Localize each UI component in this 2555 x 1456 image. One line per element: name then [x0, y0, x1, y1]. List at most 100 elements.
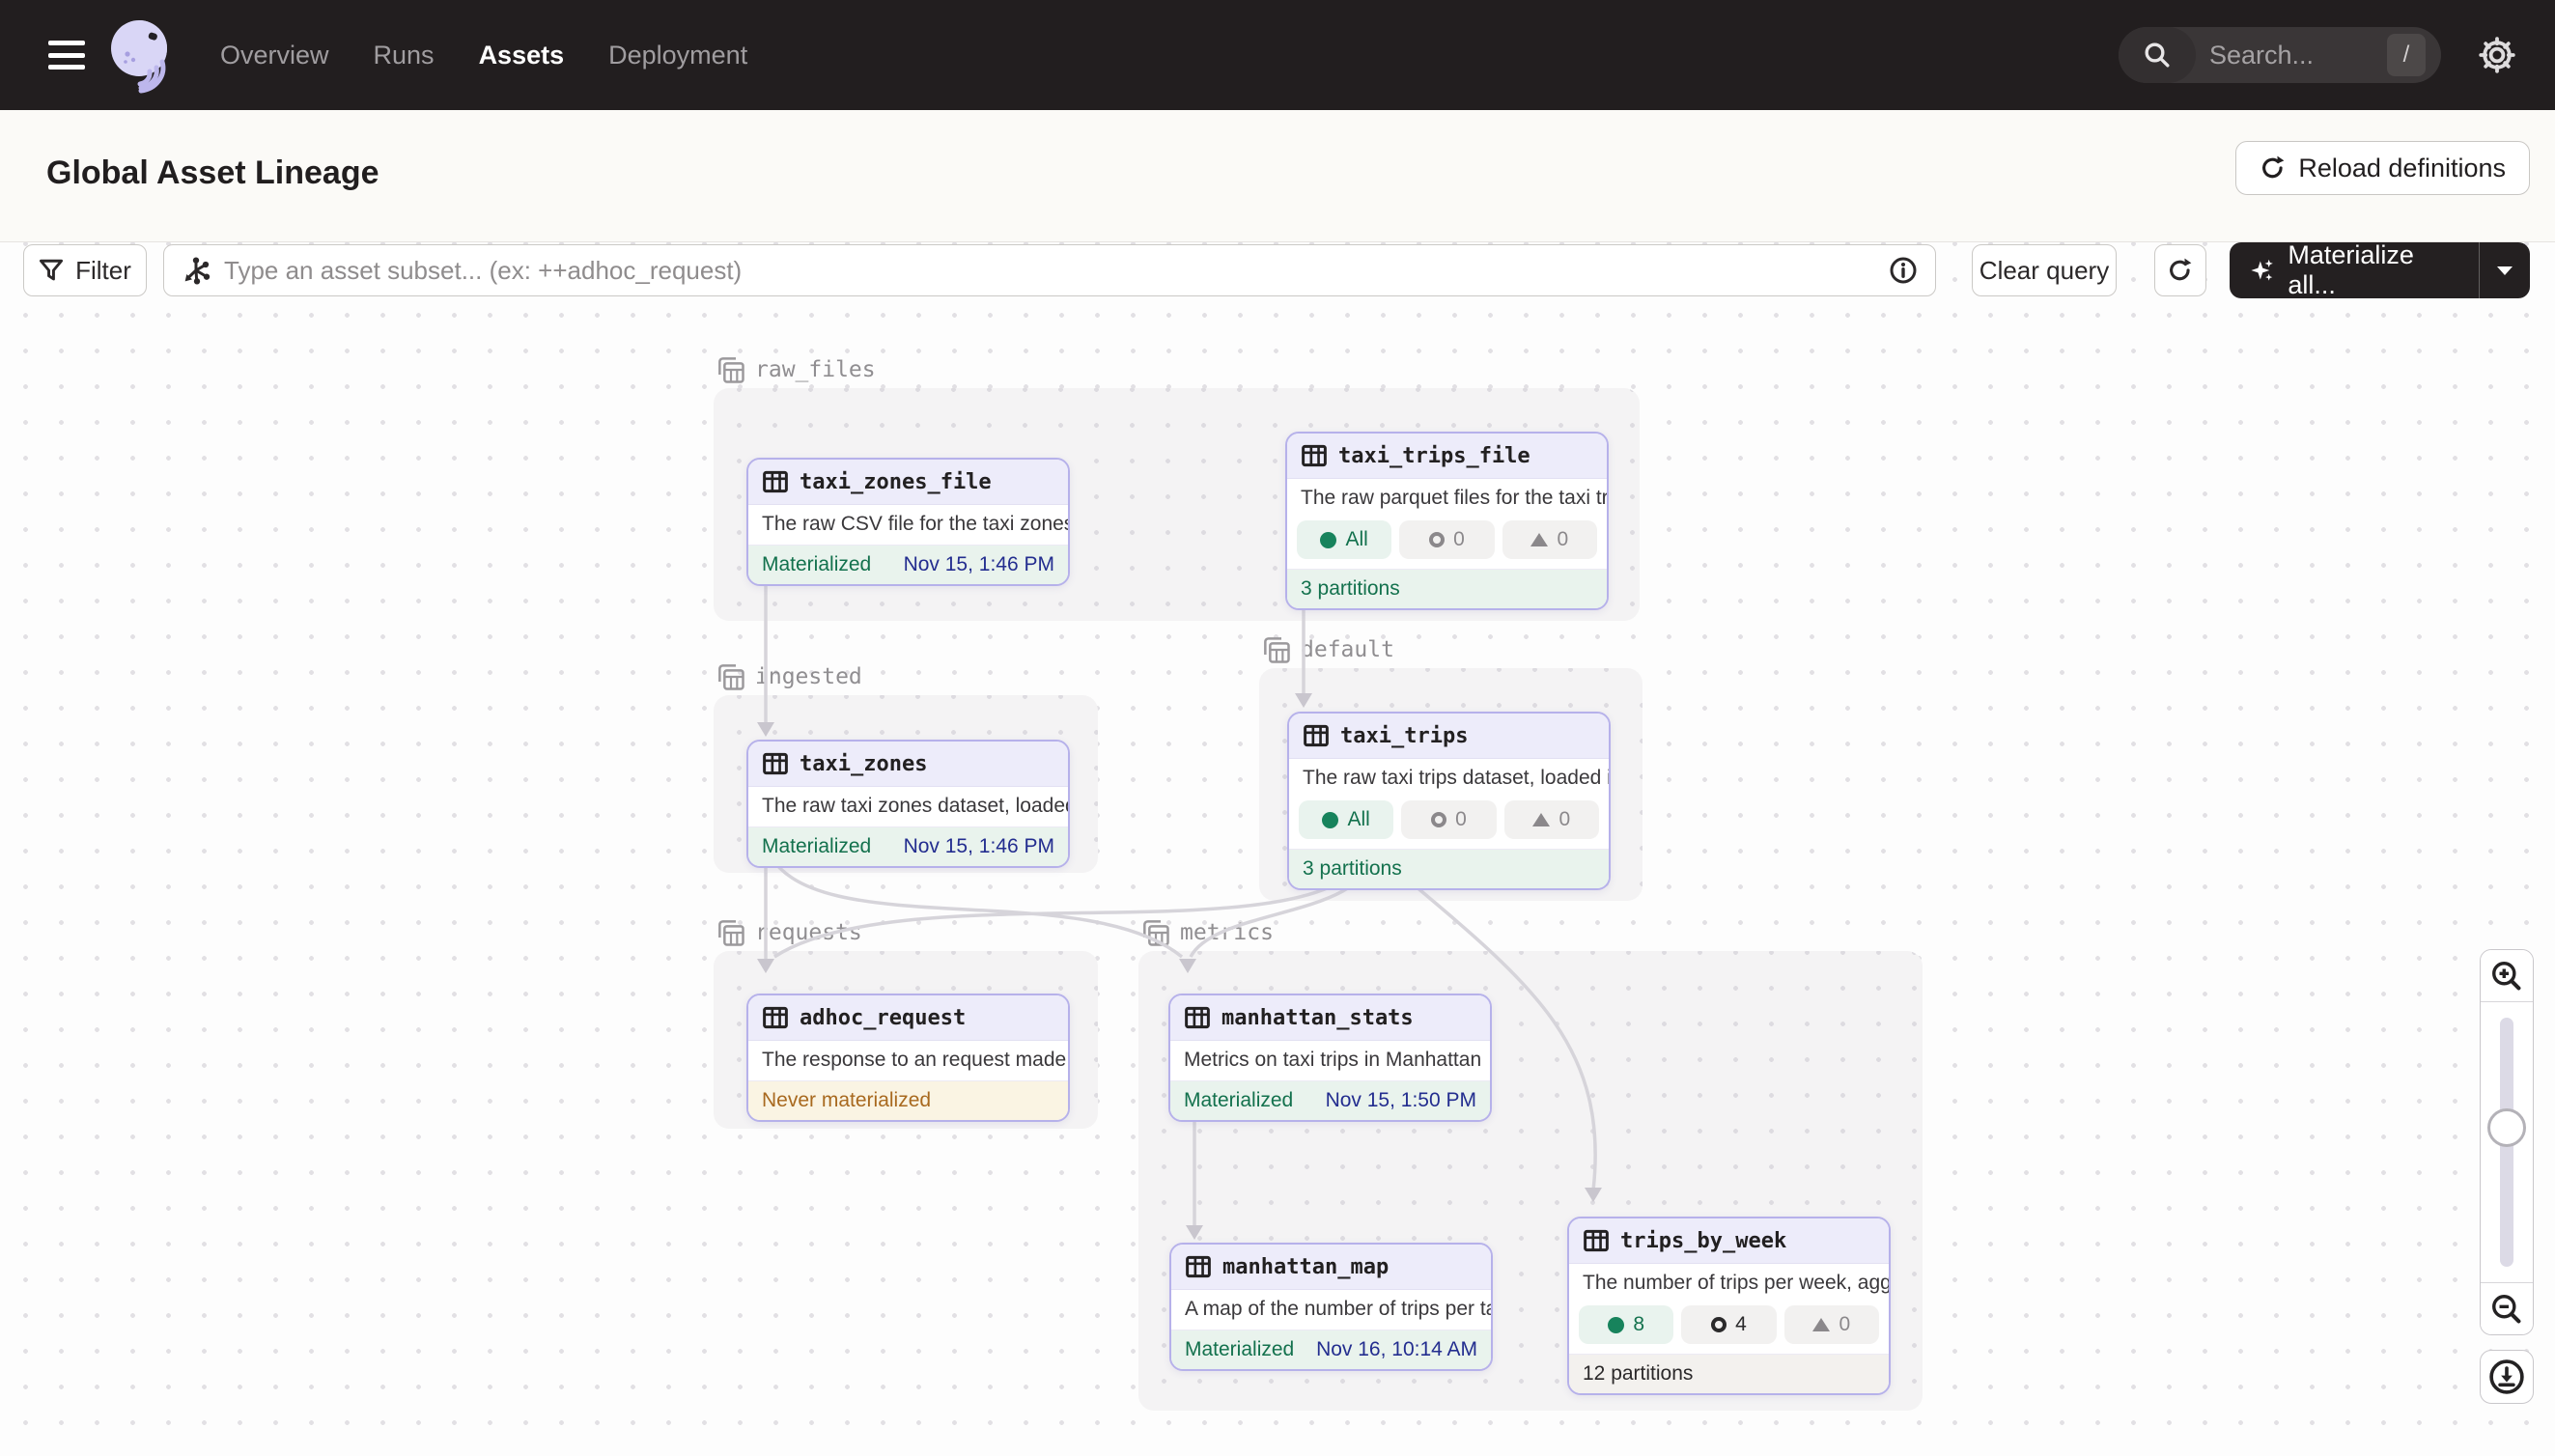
asset-status-footer: 3 partitions — [1289, 849, 1609, 888]
partition-health-pills: All 0 0 — [1289, 798, 1609, 849]
sparkle-icon — [2249, 256, 2276, 285]
missing-ring-icon — [1711, 1317, 1727, 1332]
table-icon — [1184, 1004, 1211, 1031]
asset-description: The number of trips per week, aggreg... — [1569, 1264, 1889, 1303]
asset-name: manhattan_map — [1222, 1255, 1389, 1279]
zoom-out-button[interactable] — [2481, 1282, 2533, 1334]
partitions-failed-pill[interactable]: 0 — [1502, 520, 1597, 559]
asset-node-adhoc-request[interactable]: adhoc_request The response to an request… — [746, 994, 1070, 1122]
asset-name: taxi_trips_file — [1338, 444, 1530, 468]
materialized-dot-icon — [1322, 812, 1338, 828]
partitions-missing-pill[interactable]: 4 — [1681, 1305, 1776, 1344]
table-icon — [1185, 1253, 1212, 1280]
search-input[interactable]: Search... / — [2119, 27, 2441, 83]
asset-name: taxi_zones — [800, 752, 927, 776]
asset-query-field — [163, 244, 1936, 296]
asset-node-taxi-zones[interactable]: taxi_zones The raw taxi zones dataset, l… — [746, 740, 1070, 868]
partitions-count: 3 partitions — [1301, 577, 1400, 601]
failed-triangle-icon — [1530, 533, 1548, 546]
asset-name: adhoc_request — [800, 1006, 966, 1030]
group-label-raw-files[interactable]: raw_files — [716, 355, 876, 384]
filter-button[interactable]: Filter — [23, 244, 147, 296]
status-timestamp[interactable]: Nov 15, 1:50 PM — [1326, 1089, 1476, 1112]
asset-node-taxi-trips[interactable]: taxi_trips The raw taxi trips dataset, l… — [1287, 712, 1611, 890]
refresh-graph-button[interactable] — [2154, 244, 2206, 296]
asset-node-taxi-trips-file[interactable]: taxi_trips_file The raw parquet files fo… — [1285, 432, 1609, 610]
table-icon — [1303, 722, 1330, 749]
top-app-bar: Overview Runs Assets Deployment Search..… — [0, 0, 2555, 110]
partitions-missing-pill[interactable]: 0 — [1399, 520, 1494, 559]
dagster-logo-icon[interactable] — [106, 17, 180, 106]
group-icon — [716, 662, 745, 691]
search-shortcut-badge: / — [2387, 34, 2426, 76]
missing-ring-icon — [1429, 532, 1445, 547]
asset-name: taxi_zones_file — [800, 470, 992, 494]
clear-query-button[interactable]: Clear query — [1972, 244, 2117, 296]
materialize-all-button-group: Materialize all... — [2230, 242, 2530, 298]
partitions-materialized-pill[interactable]: All — [1297, 520, 1391, 559]
status-label: Materialized — [762, 835, 871, 858]
asset-status-footer: 12 partitions — [1569, 1354, 1889, 1393]
partitions-missing-pill[interactable]: 0 — [1401, 800, 1496, 839]
status-timestamp[interactable]: Nov 16, 10:14 AM — [1316, 1338, 1477, 1361]
partition-health-pills: All 0 0 — [1287, 518, 1607, 569]
status-timestamp[interactable]: Nov 15, 1:46 PM — [904, 553, 1054, 576]
primary-nav: Overview Runs Assets Deployment — [220, 41, 747, 70]
asset-name: trips_by_week — [1620, 1229, 1786, 1253]
hamburger-menu-icon[interactable] — [48, 41, 85, 70]
refresh-icon — [2167, 257, 2194, 284]
materialized-dot-icon — [1320, 532, 1336, 548]
asset-description: The raw taxi trips dataset, loaded into … — [1289, 759, 1609, 798]
asset-description: The raw parquet files for the taxi trips… — [1287, 479, 1607, 518]
status-timestamp[interactable]: Nov 15, 1:46 PM — [904, 835, 1054, 858]
asset-query-input[interactable] — [224, 256, 1889, 286]
lineage-canvas[interactable]: Filter — [0, 242, 2555, 1456]
page-header: Global Asset Lineage Reload definitions — [0, 110, 2555, 242]
partition-health-pills: 8 4 0 — [1569, 1303, 1889, 1354]
asset-status-footer: Materialized Nov 15, 1:46 PM — [748, 826, 1068, 866]
asset-description: The raw taxi zones dataset, loaded int..… — [748, 787, 1068, 826]
asset-node-manhattan-stats[interactable]: manhattan_stats Metrics on taxi trips in… — [1168, 994, 1492, 1122]
zoom-controls — [2480, 949, 2534, 1335]
reload-definitions-button[interactable]: Reload definitions — [2235, 141, 2530, 195]
lineage-toolbar: Filter — [0, 244, 2555, 302]
asset-status-footer: Materialized Nov 16, 10:14 AM — [1171, 1330, 1491, 1369]
asset-description: Metrics on taxi trips in Manhattan — [1170, 1041, 1490, 1080]
download-image-button[interactable] — [2480, 1350, 2534, 1404]
nav-deployment[interactable]: Deployment — [608, 41, 747, 70]
group-icon — [1141, 918, 1170, 947]
failed-triangle-icon — [1812, 1318, 1830, 1331]
group-label-requests[interactable]: requests — [716, 918, 862, 947]
zoom-in-button[interactable] — [2481, 950, 2533, 1002]
status-label: Materialized — [1184, 1089, 1293, 1112]
asset-node-manhattan-map[interactable]: manhattan_map A map of the number of tri… — [1169, 1243, 1493, 1371]
nav-runs[interactable]: Runs — [374, 41, 435, 70]
materialize-options-caret[interactable] — [2480, 265, 2530, 276]
nav-assets[interactable]: Assets — [479, 41, 565, 70]
query-info-icon[interactable] — [1889, 256, 1918, 285]
partitions-materialized-pill[interactable]: 8 — [1579, 1305, 1673, 1344]
group-label-ingested[interactable]: ingested — [716, 662, 862, 691]
partitions-materialized-pill[interactable]: All — [1299, 800, 1393, 839]
group-label-metrics[interactable]: metrics — [1141, 918, 1274, 947]
zoom-slider[interactable] — [2481, 1002, 2533, 1282]
table-icon — [762, 1004, 789, 1031]
group-label-default[interactable]: default — [1262, 635, 1394, 664]
asset-description: The raw CSV file for the taxi zones dat.… — [748, 505, 1068, 545]
nav-overview[interactable]: Overview — [220, 41, 329, 70]
settings-gear-icon[interactable] — [2478, 36, 2516, 74]
materialize-all-button[interactable]: Materialize all... — [2230, 240, 2479, 300]
partitions-count: 12 partitions — [1583, 1362, 1693, 1386]
funnel-icon — [39, 258, 64, 283]
chevron-down-icon — [2495, 265, 2514, 276]
reload-icon — [2260, 154, 2287, 182]
zoom-slider-handle[interactable] — [2487, 1108, 2526, 1147]
asset-node-trips-by-week[interactable]: trips_by_week The number of trips per we… — [1567, 1217, 1891, 1395]
asset-name: taxi_trips — [1340, 724, 1468, 748]
group-icon — [716, 355, 745, 384]
materialized-dot-icon — [1608, 1317, 1624, 1333]
group-icon — [716, 918, 745, 947]
partitions-failed-pill[interactable]: 0 — [1784, 1305, 1879, 1344]
partitions-failed-pill[interactable]: 0 — [1504, 800, 1599, 839]
asset-node-taxi-zones-file[interactable]: taxi_zones_file The raw CSV file for the… — [746, 458, 1070, 586]
